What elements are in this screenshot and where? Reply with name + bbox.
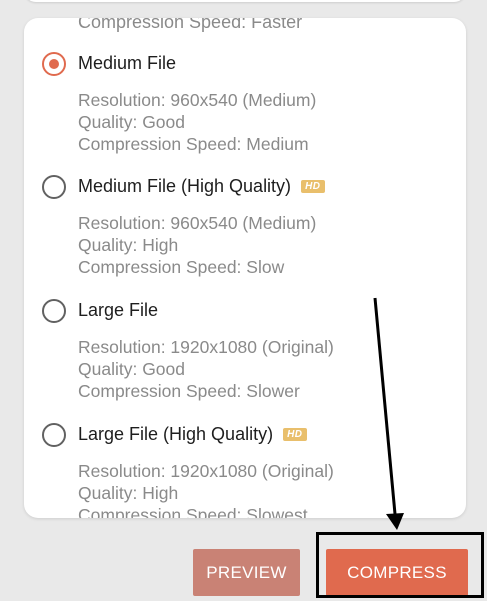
arrow-head (386, 513, 404, 530)
arrow-annotation (373, 297, 404, 530)
arrow-line (373, 297, 397, 515)
